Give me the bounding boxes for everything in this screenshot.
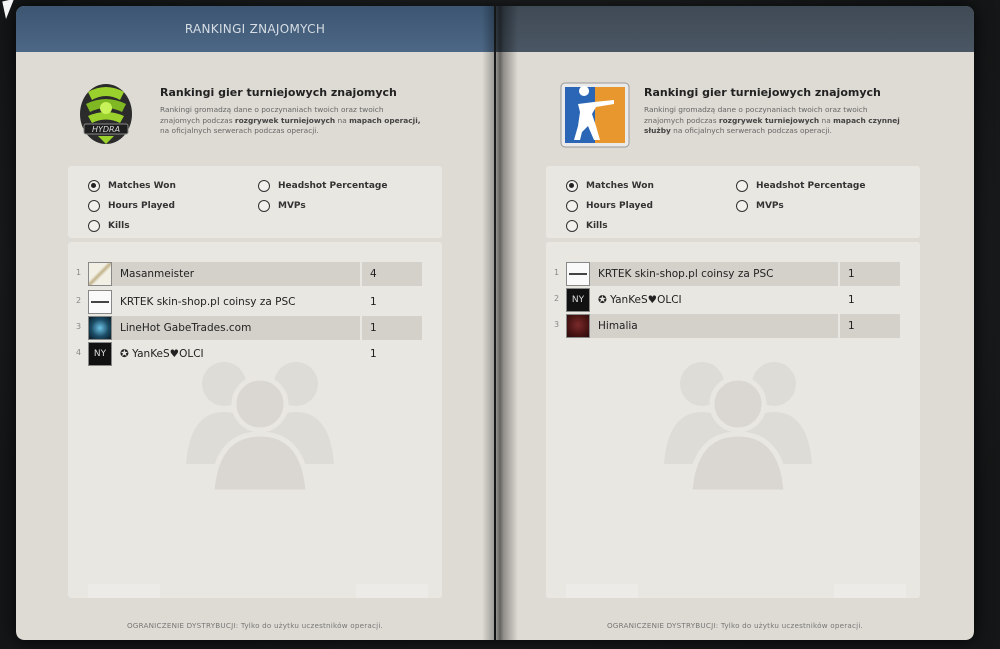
row-rank: 2 (76, 296, 82, 305)
book-spine (482, 6, 518, 640)
radio-kills[interactable]: Kills (88, 220, 130, 232)
hydra-logo-icon: HYDRA (76, 80, 136, 146)
radio-selected-icon (88, 180, 100, 192)
radio-icon (258, 180, 270, 192)
right-page: Rankingi gier turniejowych znajomych Ran… (496, 6, 974, 640)
avatar: NY (88, 342, 112, 366)
row-rank: 3 (76, 322, 82, 331)
table-row[interactable]: 1 Masanmeister 4 (68, 262, 428, 286)
radio-icon (88, 200, 100, 212)
avatar (88, 290, 112, 314)
left-page-header: RANKINGI ZNAJOMYCH (16, 6, 494, 52)
radio-mvps[interactable]: MVPs (258, 200, 306, 212)
desc-line: Rankingi gromadzą dane o poczynaniach tw… (644, 105, 868, 114)
page-corner (356, 584, 428, 598)
desc-line: na oficjalnych serwerach podczas operacj… (160, 126, 319, 136)
page-corner (88, 584, 160, 598)
right-page-header (496, 6, 974, 52)
radio-hours-played[interactable]: Hours Played (88, 200, 175, 212)
table-row[interactable]: 1 KRTEK skin-shop.pl coinsy za PSC 1 (546, 262, 906, 286)
left-footer: OGRANICZENIE DYSTRYBUCJI: Tylko do użytk… (126, 621, 384, 630)
right-footer: OGRANICZENIE DYSTRYBUCJI: Tylko do użytk… (606, 621, 864, 630)
player-score: 1 (840, 262, 900, 286)
right-leaderboard: 1 KRTEK skin-shop.pl coinsy za PSC 1 2 N… (546, 242, 920, 598)
radio-kills[interactable]: Kills (566, 220, 608, 232)
player-name: ✪ YanKeS♥OLCI (598, 294, 682, 306)
player-name: Masanmeister (120, 268, 195, 280)
player-name: ✪ YanKeS♥OLCI (120, 348, 204, 360)
row-rank: 2 (554, 294, 560, 303)
left-page: RANKINGI ZNAJOMYCH HYDRA Rankingi gier t… (16, 6, 494, 640)
operation-journal: RANKINGI ZNAJOMYCH HYDRA Rankingi gier t… (16, 6, 974, 640)
row-rank: 3 (554, 320, 560, 329)
radio-icon (566, 200, 578, 212)
player-name: LineHot GabeTrades.com (120, 322, 252, 334)
radio-matches-won[interactable]: Matches Won (88, 180, 176, 192)
right-intro: Rankingi gier turniejowych znajomych Ran… (560, 80, 944, 160)
left-intro: HYDRA Rankingi gier turniejowych znajomy… (76, 80, 464, 160)
player-score: 1 (370, 296, 377, 308)
player-score: 1 (840, 314, 900, 338)
page-corner (834, 584, 906, 598)
counter-strike-logo-icon (560, 82, 630, 148)
radio-headshot-percentage[interactable]: Headshot Percentage (258, 180, 387, 192)
table-row[interactable]: 3 LineHot GabeTrades.com 1 (68, 316, 428, 340)
right-intro-text: Rankingi gier turniejowych znajomych Ran… (644, 86, 944, 137)
desc-line: służby na oficjalnych serwerach podczas … (644, 126, 832, 136)
radio-icon (258, 200, 270, 212)
player-score: 4 (362, 262, 422, 286)
left-leaderboard: 1 Masanmeister 4 2 KRTEK skin-shop.pl co… (68, 242, 442, 598)
radio-icon (736, 180, 748, 192)
radio-matches-won[interactable]: Matches Won (566, 180, 654, 192)
player-name: KRTEK skin-shop.pl coinsy za PSC (598, 268, 774, 280)
player-score: 1 (362, 316, 422, 340)
avatar (88, 316, 112, 340)
left-filter-box: Matches Won Headshot Percentage Hours Pl… (68, 166, 442, 238)
avatar (566, 262, 590, 286)
table-row[interactable]: 2 NY ✪ YanKeS♥OLCI 1 (546, 288, 906, 312)
radio-hours-played[interactable]: Hours Played (566, 200, 653, 212)
radio-headshot-percentage[interactable]: Headshot Percentage (736, 180, 865, 192)
player-name: KRTEK skin-shop.pl coinsy za PSC (120, 296, 296, 308)
left-intro-text: Rankingi gier turniejowych znajomych Ran… (160, 86, 464, 137)
radio-icon (736, 200, 748, 212)
radio-icon (88, 220, 100, 232)
left-intro-title: Rankingi gier turniejowych znajomych (160, 86, 397, 99)
desc-line: znajomych podczas rozgrywek turniejowych… (160, 115, 421, 125)
table-row[interactable]: 3 Himalia 1 (546, 314, 906, 338)
desc-line: znajomych podczas rozgrywek turniejowych… (644, 115, 900, 125)
friends-watermark-icon (658, 354, 818, 495)
left-intro-description: Rankingi gromadzą dane o poczynaniach tw… (160, 105, 464, 137)
player-score: 1 (848, 294, 855, 306)
page-corner (566, 584, 638, 598)
right-intro-description: Rankingi gromadzą dane o poczynaniach tw… (644, 105, 944, 137)
right-intro-title: Rankingi gier turniejowych znajomych (644, 86, 881, 99)
player-name: Himalia (598, 320, 638, 332)
page-title: RANKINGI ZNAJOMYCH (184, 22, 326, 36)
row-rank: 4 (76, 348, 82, 357)
svg-text:HYDRA: HYDRA (92, 125, 120, 134)
radio-mvps[interactable]: MVPs (736, 200, 784, 212)
friends-watermark-icon (180, 354, 340, 495)
right-filter-box: Matches Won Headshot Percentage Hours Pl… (546, 166, 920, 238)
avatar: NY (566, 288, 590, 312)
table-row[interactable]: 2 KRTEK skin-shop.pl coinsy za PSC 1 (68, 290, 428, 314)
player-score: 1 (370, 348, 377, 360)
avatar (566, 314, 590, 338)
desc-line: Rankingi gromadzą dane o poczynaniach tw… (160, 105, 384, 114)
radio-selected-icon (566, 180, 578, 192)
row-rank: 1 (76, 268, 82, 277)
radio-icon (566, 220, 578, 232)
row-rank: 1 (554, 268, 560, 277)
table-row[interactable]: 4 NY ✪ YanKeS♥OLCI 1 (68, 342, 428, 366)
avatar (88, 262, 112, 286)
